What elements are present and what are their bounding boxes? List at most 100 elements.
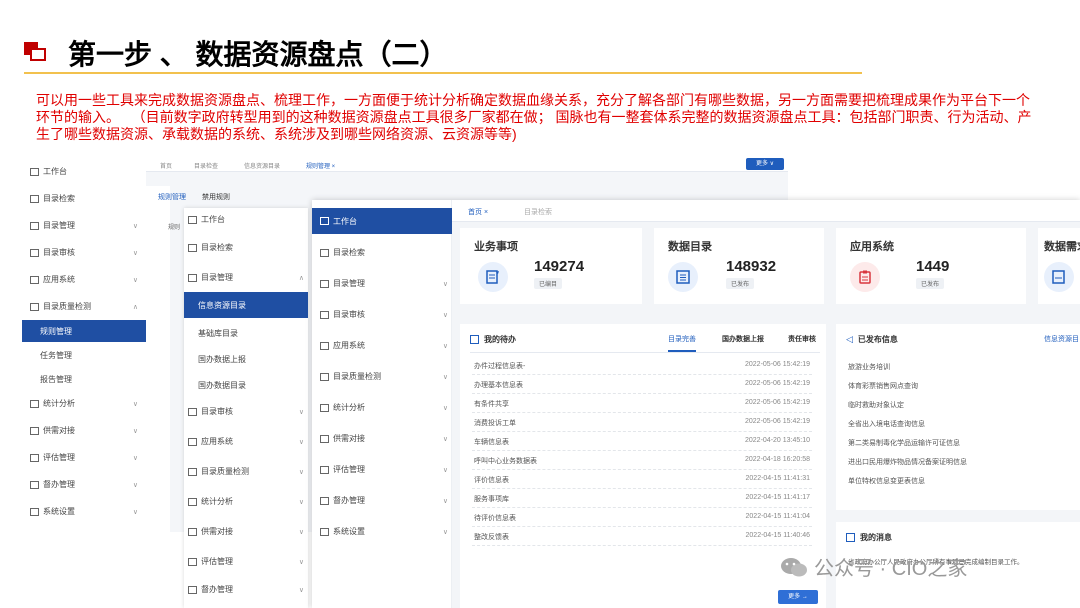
dash-sidebar-review[interactable]: 目录审核 ∨ xyxy=(320,309,448,320)
menu-gov-catalog[interactable]: 国办数据目录 xyxy=(198,380,314,391)
sidebar-item-workbench[interactable]: 工作台 xyxy=(30,166,138,177)
more-button[interactable]: 更多 → xyxy=(778,590,818,604)
chevron-down-icon: ∨ xyxy=(298,528,304,536)
flag-icon xyxy=(30,480,39,489)
menu-gov-report[interactable]: 国办数据上报 xyxy=(198,354,314,365)
dash-sidebar-settings[interactable]: 系统设置 ∨ xyxy=(320,526,448,537)
todo-row[interactable]: 办件过程信息表- 2022-05-06 15:42:19 xyxy=(472,356,812,375)
sidebar-item-rules[interactable]: 规则管理 xyxy=(22,320,146,342)
more-button[interactable]: 更多 ∨ xyxy=(746,158,784,170)
stat-card-app[interactable]: 应用系统 1449 已发布 xyxy=(836,228,1026,304)
dash-sidebar-stats[interactable]: 统计分析 ∨ xyxy=(320,402,448,413)
tab-info-catalog[interactable]: 信息资源目录 xyxy=(244,161,280,170)
sub-tabs: 规则管理 禁用规则 xyxy=(158,192,230,202)
stat-card-catalog[interactable]: 数据目录 148932 已发布 xyxy=(654,228,824,304)
dash-sidebar-quality[interactable]: 目录质量检测 ∨ xyxy=(320,371,448,382)
published-item[interactable]: 进出口民用爆炸物品情况备案证明信息 xyxy=(848,457,967,467)
sidebar-item-eval[interactable]: 评估管理 ∨ xyxy=(30,452,138,463)
tab-responsibility-review[interactable]: 责任审核 xyxy=(788,334,816,344)
todo-row[interactable]: 消费投诉工单 2022-05-06 15:42:19 xyxy=(472,413,812,432)
chevron-down-icon: ∨ xyxy=(132,508,138,516)
published-item[interactable]: 体育彩票销售网点查询 xyxy=(848,381,918,391)
menu-search[interactable]: 目录检索 xyxy=(188,242,304,253)
stat-card-demand[interactable]: 数据需求 xyxy=(1038,228,1080,304)
intro-text-2: （目前数字政府转型用到的这种数据资源盘点工具很多厂家都在做； 国脉也有一整套体系… xyxy=(36,109,1032,142)
chevron-down-icon: ∨ xyxy=(442,373,448,381)
info-catalog-link[interactable]: 信息资源目 xyxy=(1044,334,1079,344)
menu-stats[interactable]: 统计分析 ∨ xyxy=(188,496,304,507)
sidebar-item-review[interactable]: 目录审核 ∨ xyxy=(30,247,138,258)
stat-card-business[interactable]: 业务事项 149274 已编目 xyxy=(460,228,642,304)
tab-disabled-rules[interactable]: 禁用规则 xyxy=(202,194,230,201)
settings-icon xyxy=(320,527,329,536)
published-item[interactable]: 第二类易制毒化学品运输许可证信息 xyxy=(848,438,960,448)
tab-home[interactable]: 首页 × xyxy=(468,207,488,217)
menu-eval[interactable]: 评估管理 ∨ xyxy=(188,556,304,567)
review-icon xyxy=(320,310,329,319)
todo-panel: 我的待办 目录完善 国办数据上报 责任审核 办件过程信息表- 2022-05-06… xyxy=(460,324,826,608)
wechat-icon xyxy=(781,557,807,576)
list-icon xyxy=(30,167,39,176)
tab-home[interactable]: 首页 xyxy=(160,161,172,170)
sidebar-item-stats[interactable]: 统计分析 ∨ xyxy=(30,398,138,409)
todo-row[interactable]: 待评价信息表 2022-04-15 11:41:04 xyxy=(472,508,812,527)
menu-info-catalog[interactable]: 信息资源目录 xyxy=(184,292,308,318)
sidebar-item-tasks[interactable]: 任务管理 xyxy=(30,350,138,361)
sidebar-item-catalog[interactable]: 目录管理 ∨ xyxy=(30,220,138,231)
chevron-down-icon: ∨ xyxy=(132,454,138,462)
dash-sidebar-workbench[interactable]: 工作台 xyxy=(312,208,452,234)
dash-sidebar-catalog[interactable]: 目录管理 ∨ xyxy=(320,278,448,289)
stat-card-label: 业务事项 xyxy=(474,241,518,253)
published-item[interactable]: 临时救助对象认定 xyxy=(848,400,904,410)
tab-catalog-check[interactable]: 目录检查 xyxy=(194,161,218,170)
stat-card-value: 1449 xyxy=(916,258,950,275)
sidebar-item-settings[interactable]: 系统设置 ∨ xyxy=(30,506,138,517)
published-title: ◁ 已发布信息 xyxy=(846,334,898,344)
tab-catalog-improve[interactable]: 目录完善 xyxy=(668,334,696,352)
chevron-down-icon: ∨ xyxy=(442,311,448,319)
stat-card-label: 数据目录 xyxy=(668,241,712,253)
sidebar-item-supply[interactable]: 供需对接 ∨ xyxy=(30,425,138,436)
dash-sidebar-eval[interactable]: 评估管理 ∨ xyxy=(320,464,448,475)
sidebar-item-quality[interactable]: 目录质量检测 ∧ xyxy=(30,301,138,312)
tab-rules[interactable]: 规则管理 × xyxy=(306,161,335,170)
tab-catalog-search[interactable]: 目录检索 xyxy=(524,207,552,217)
menu-quality[interactable]: 目录质量检测 ∨ xyxy=(188,466,304,477)
todo-row[interactable]: 车辆信息表 2022-04-20 13:45:10 xyxy=(472,432,812,451)
todo-row[interactable]: 服务事项库 2022-04-15 11:41:17 xyxy=(472,489,812,508)
chevron-down-icon: ∨ xyxy=(132,481,138,489)
chevron-down-icon: ∨ xyxy=(442,342,448,350)
dash-sidebar-supply[interactable]: 供需对接 ∨ xyxy=(320,433,448,444)
tab-gov-report[interactable]: 国办数据上报 xyxy=(722,334,764,344)
sidebar-item-supervise[interactable]: 督办管理 ∨ xyxy=(30,479,138,490)
stat-card-badge: 已发布 xyxy=(916,278,945,289)
sidebar-item-search[interactable]: 目录检索 xyxy=(30,193,138,204)
todo-row[interactable]: 呼叫中心业务数据表 2022-04-18 16:20:58 xyxy=(472,451,812,470)
published-item[interactable]: 全省出入境电话查询信息 xyxy=(848,419,925,429)
dash-sidebar-search[interactable]: 目录检索 xyxy=(320,247,448,258)
menu-supply[interactable]: 供需对接 ∨ xyxy=(188,526,304,537)
todo-row[interactable]: 办理基本信息表 2022-05-06 15:42:19 xyxy=(472,375,812,394)
todo-title: 我的待办 xyxy=(470,334,516,345)
published-item[interactable]: 旅游业务培训 xyxy=(848,362,890,372)
sidebar-item-reports[interactable]: 报告管理 xyxy=(30,374,138,385)
chevron-down-icon: ∨ xyxy=(132,276,138,284)
dash-sidebar-supervise[interactable]: 督办管理 ∨ xyxy=(320,495,448,506)
chevron-down-icon: ∨ xyxy=(298,498,304,506)
published-item[interactable]: 单位特权信息变更表信息 xyxy=(848,476,925,486)
dash-sidebar-app[interactable]: 应用系统 ∨ xyxy=(320,340,448,351)
todo-row[interactable]: 整改反馈表 2022-04-15 11:40:46 xyxy=(472,527,812,546)
menu-supervise[interactable]: 督办管理 ∨ xyxy=(188,584,304,595)
sidebar-item-app[interactable]: 应用系统 ∨ xyxy=(30,274,138,285)
menu-app[interactable]: 应用系统 ∨ xyxy=(188,436,304,447)
todo-row[interactable]: 评价信息表 2022-04-15 11:41:31 xyxy=(472,470,812,489)
menu-workbench[interactable]: 工作台 xyxy=(188,214,304,225)
send-icon: ◁ xyxy=(846,334,853,344)
exchange-icon xyxy=(30,426,39,435)
tab-rule-management[interactable]: 规则管理 xyxy=(158,194,186,201)
chevron-up-icon: ∧ xyxy=(132,303,138,311)
menu-catalog[interactable]: 目录管理 ∧ xyxy=(188,272,304,283)
menu-base-catalog[interactable]: 基础库目录 xyxy=(198,328,314,339)
menu-review[interactable]: 目录审核 ∨ xyxy=(188,406,304,417)
todo-row[interactable]: 有条件共享 2022-05-06 15:42:19 xyxy=(472,394,812,413)
